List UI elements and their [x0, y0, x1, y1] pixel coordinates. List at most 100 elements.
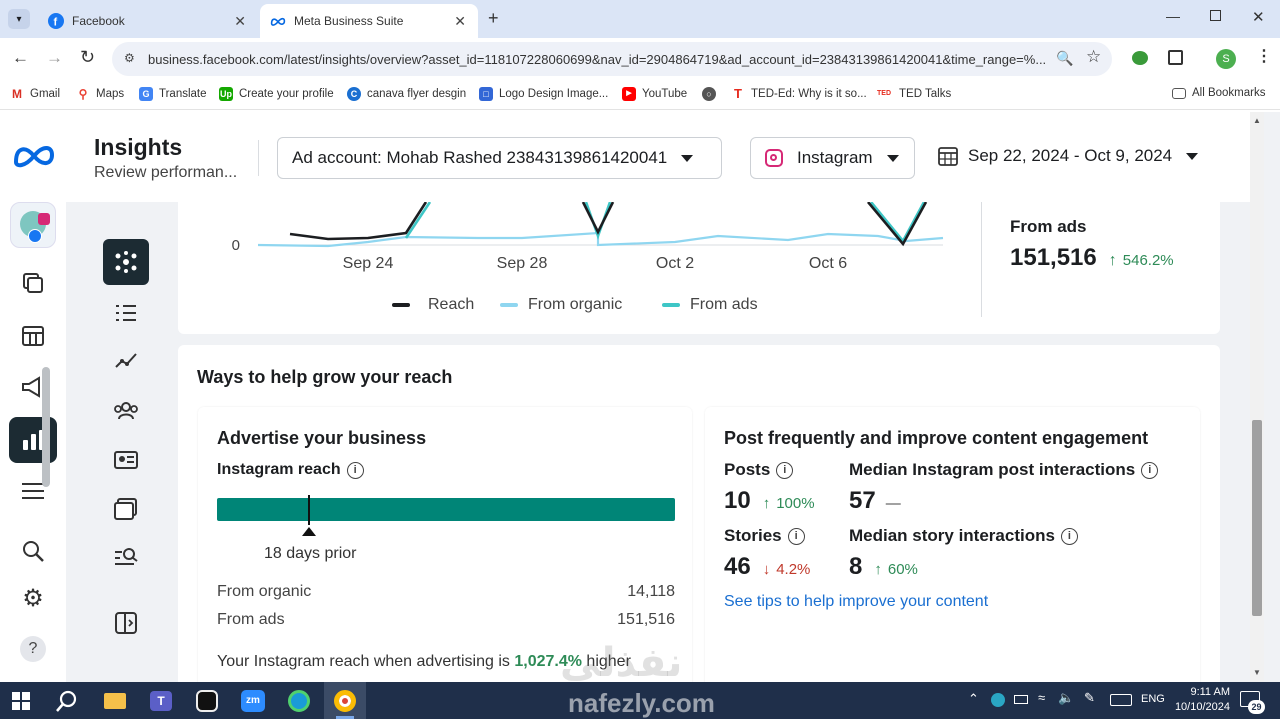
- from-ads-summary-change: 546.2%: [1122, 252, 1174, 269]
- zoom-icon[interactable]: 🔍: [1056, 50, 1073, 67]
- content-posts-icon[interactable]: [103, 486, 149, 532]
- bookmark-translate[interactable]: G Translate: [139, 87, 207, 101]
- ads-row-label: From ads: [217, 611, 285, 628]
- content-icon[interactable]: [14, 264, 52, 302]
- site-settings-icon[interactable]: ⚙: [124, 51, 135, 65]
- edge-icon[interactable]: [284, 686, 314, 716]
- info-icon[interactable]: i: [1141, 461, 1159, 479]
- chrome-icon[interactable]: [324, 682, 366, 719]
- info-icon[interactable]: i: [1060, 527, 1078, 545]
- battery-icon[interactable]: [1014, 695, 1028, 704]
- tray-app-icon[interactable]: [991, 693, 1005, 707]
- legend-swatch: [392, 303, 410, 307]
- page-scrollbar[interactable]: ▲ ▼: [1250, 112, 1264, 682]
- url-field[interactable]: ⚙ business.facebook.com/latest/insights/…: [112, 42, 1112, 76]
- close-tab-icon[interactable]: ✕: [234, 13, 246, 30]
- file-explorer-icon[interactable]: [100, 686, 130, 716]
- tab-title: Facebook: [72, 14, 125, 28]
- tab-meta-business-suite[interactable]: Meta Business Suite ✕: [260, 4, 478, 38]
- bookmark-logo-design[interactable]: □ Logo Design Image...: [479, 87, 608, 101]
- stories-label-row: Stories i: [724, 526, 805, 546]
- legend-from-ads[interactable]: From ads: [662, 296, 758, 314]
- meta-icon: [270, 13, 286, 29]
- new-tab-button[interactable]: +: [488, 8, 499, 29]
- profile-avatar[interactable]: S: [1216, 49, 1236, 69]
- clock[interactable]: 9:11 AM 10/10/2024: [1170, 685, 1230, 715]
- insights-sub-nav: [90, 202, 160, 682]
- median-post-metric: 57 —: [849, 487, 901, 515]
- date-range-picker[interactable]: Sep 22, 2024 - Oct 9, 2024: [938, 146, 1199, 166]
- legend-reach[interactable]: Reach: [392, 296, 474, 314]
- windows-start-icon[interactable]: [6, 686, 36, 716]
- extension-icon[interactable]: [1132, 51, 1148, 65]
- search-icon[interactable]: [14, 532, 52, 570]
- bookmark-ted-talks[interactable]: TED TED Talks: [875, 87, 951, 101]
- results-list-icon[interactable]: [103, 290, 149, 336]
- from-ads-summary-value: 151,516: [1010, 244, 1097, 271]
- series-from-ads-line: [404, 201, 432, 239]
- taskbar-search-icon[interactable]: [52, 686, 82, 716]
- legend-from-organic[interactable]: From organic: [500, 296, 622, 314]
- planner-icon[interactable]: [14, 317, 52, 355]
- chevron-down-icon: [1186, 152, 1199, 160]
- post-frequency-panel: Post frequently and improve content enga…: [705, 407, 1200, 682]
- bookmark-globe[interactable]: ○: [702, 87, 722, 101]
- left-nav-scroll-thumb[interactable]: [42, 367, 50, 487]
- system-tray-chevron-icon[interactable]: ⌃: [968, 691, 979, 707]
- restore-button[interactable]: [1210, 10, 1221, 21]
- close-tab-icon[interactable]: ✕: [454, 13, 466, 30]
- bookmark-star-icon[interactable]: ☆: [1086, 47, 1101, 67]
- scroll-thumb[interactable]: [1252, 420, 1262, 616]
- search-analytics-icon[interactable]: [103, 534, 149, 580]
- settings-gear-icon[interactable]: ⚙: [14, 579, 52, 617]
- posts-change: 100%: [776, 495, 815, 512]
- ad-account-dropdown[interactable]: Ad account: Mohab Rashed 238431398614200…: [277, 137, 722, 179]
- logo-design-icon: □: [479, 87, 493, 101]
- tab-facebook[interactable]: f Facebook ✕: [38, 4, 258, 38]
- forward-icon[interactable]: →: [46, 48, 63, 68]
- browser-menu-icon[interactable]: ⋮: [1256, 46, 1272, 66]
- from-ads-summary: 151,516 ↑ 546.2%: [1010, 244, 1174, 272]
- puzzle-extensions-icon[interactable]: [1168, 50, 1183, 65]
- wifi-icon[interactable]: ≈: [1038, 690, 1045, 705]
- audience-icon[interactable]: [103, 387, 149, 433]
- bookmark-youtube[interactable]: ▶ YouTube: [622, 87, 687, 101]
- all-bookmarks[interactable]: All Bookmarks: [1172, 87, 1266, 99]
- collapse-panel-icon[interactable]: [103, 600, 149, 646]
- platform-dropdown[interactable]: Instagram: [750, 137, 915, 179]
- bookmarks-bar: M Gmail ⚲ Maps G Translate Up Create your pr…: [0, 80, 1280, 110]
- reload-icon[interactable]: ↻: [80, 47, 95, 68]
- bookmark-create-profile[interactable]: Up Create your profile: [219, 87, 334, 101]
- meta-logo-icon[interactable]: [12, 142, 56, 173]
- facebook-icon: f: [48, 13, 64, 29]
- app-icon[interactable]: [192, 686, 222, 716]
- keyboard-icon[interactable]: [1110, 694, 1132, 706]
- zoom-app-icon[interactable]: zm: [238, 686, 268, 716]
- info-icon[interactable]: i: [776, 461, 794, 479]
- profile-card-icon[interactable]: [103, 437, 149, 483]
- bookmark-canava[interactable]: Ccanava flyer desgin: [347, 87, 466, 101]
- bookmark-maps[interactable]: ⚲ Maps: [76, 87, 124, 101]
- pen-icon[interactable]: ✎: [1084, 690, 1095, 706]
- minimize-button[interactable]: —: [1166, 8, 1180, 24]
- scroll-up-arrow[interactable]: ▲: [1253, 116, 1261, 125]
- bookmark-gmail[interactable]: M Gmail: [10, 87, 60, 101]
- back-icon[interactable]: ←: [12, 48, 29, 68]
- page-subtitle: Review performan...: [94, 164, 238, 181]
- close-window-button[interactable]: ✕: [1252, 8, 1265, 26]
- trends-icon[interactable]: [103, 338, 149, 384]
- content-tips-link[interactable]: See tips to help improve your content: [724, 593, 988, 611]
- info-icon[interactable]: i: [787, 527, 805, 545]
- scroll-down-arrow[interactable]: ▼: [1253, 668, 1261, 677]
- account-avatar[interactable]: [10, 202, 56, 248]
- reach-marker-line: [308, 495, 310, 525]
- info-icon[interactable]: i: [346, 461, 364, 479]
- language-indicator[interactable]: ENG: [1141, 693, 1165, 705]
- overview-icon[interactable]: [103, 239, 149, 285]
- bookmark-ted-ed[interactable]: T TED-Ed: Why is it so...: [731, 87, 867, 101]
- tab-search-button[interactable]: ▾: [8, 9, 30, 29]
- help-icon[interactable]: ?: [14, 630, 52, 668]
- youtube-icon: ▶: [622, 87, 636, 101]
- teams-icon[interactable]: T: [146, 686, 176, 716]
- volume-icon[interactable]: 🔈: [1058, 690, 1074, 706]
